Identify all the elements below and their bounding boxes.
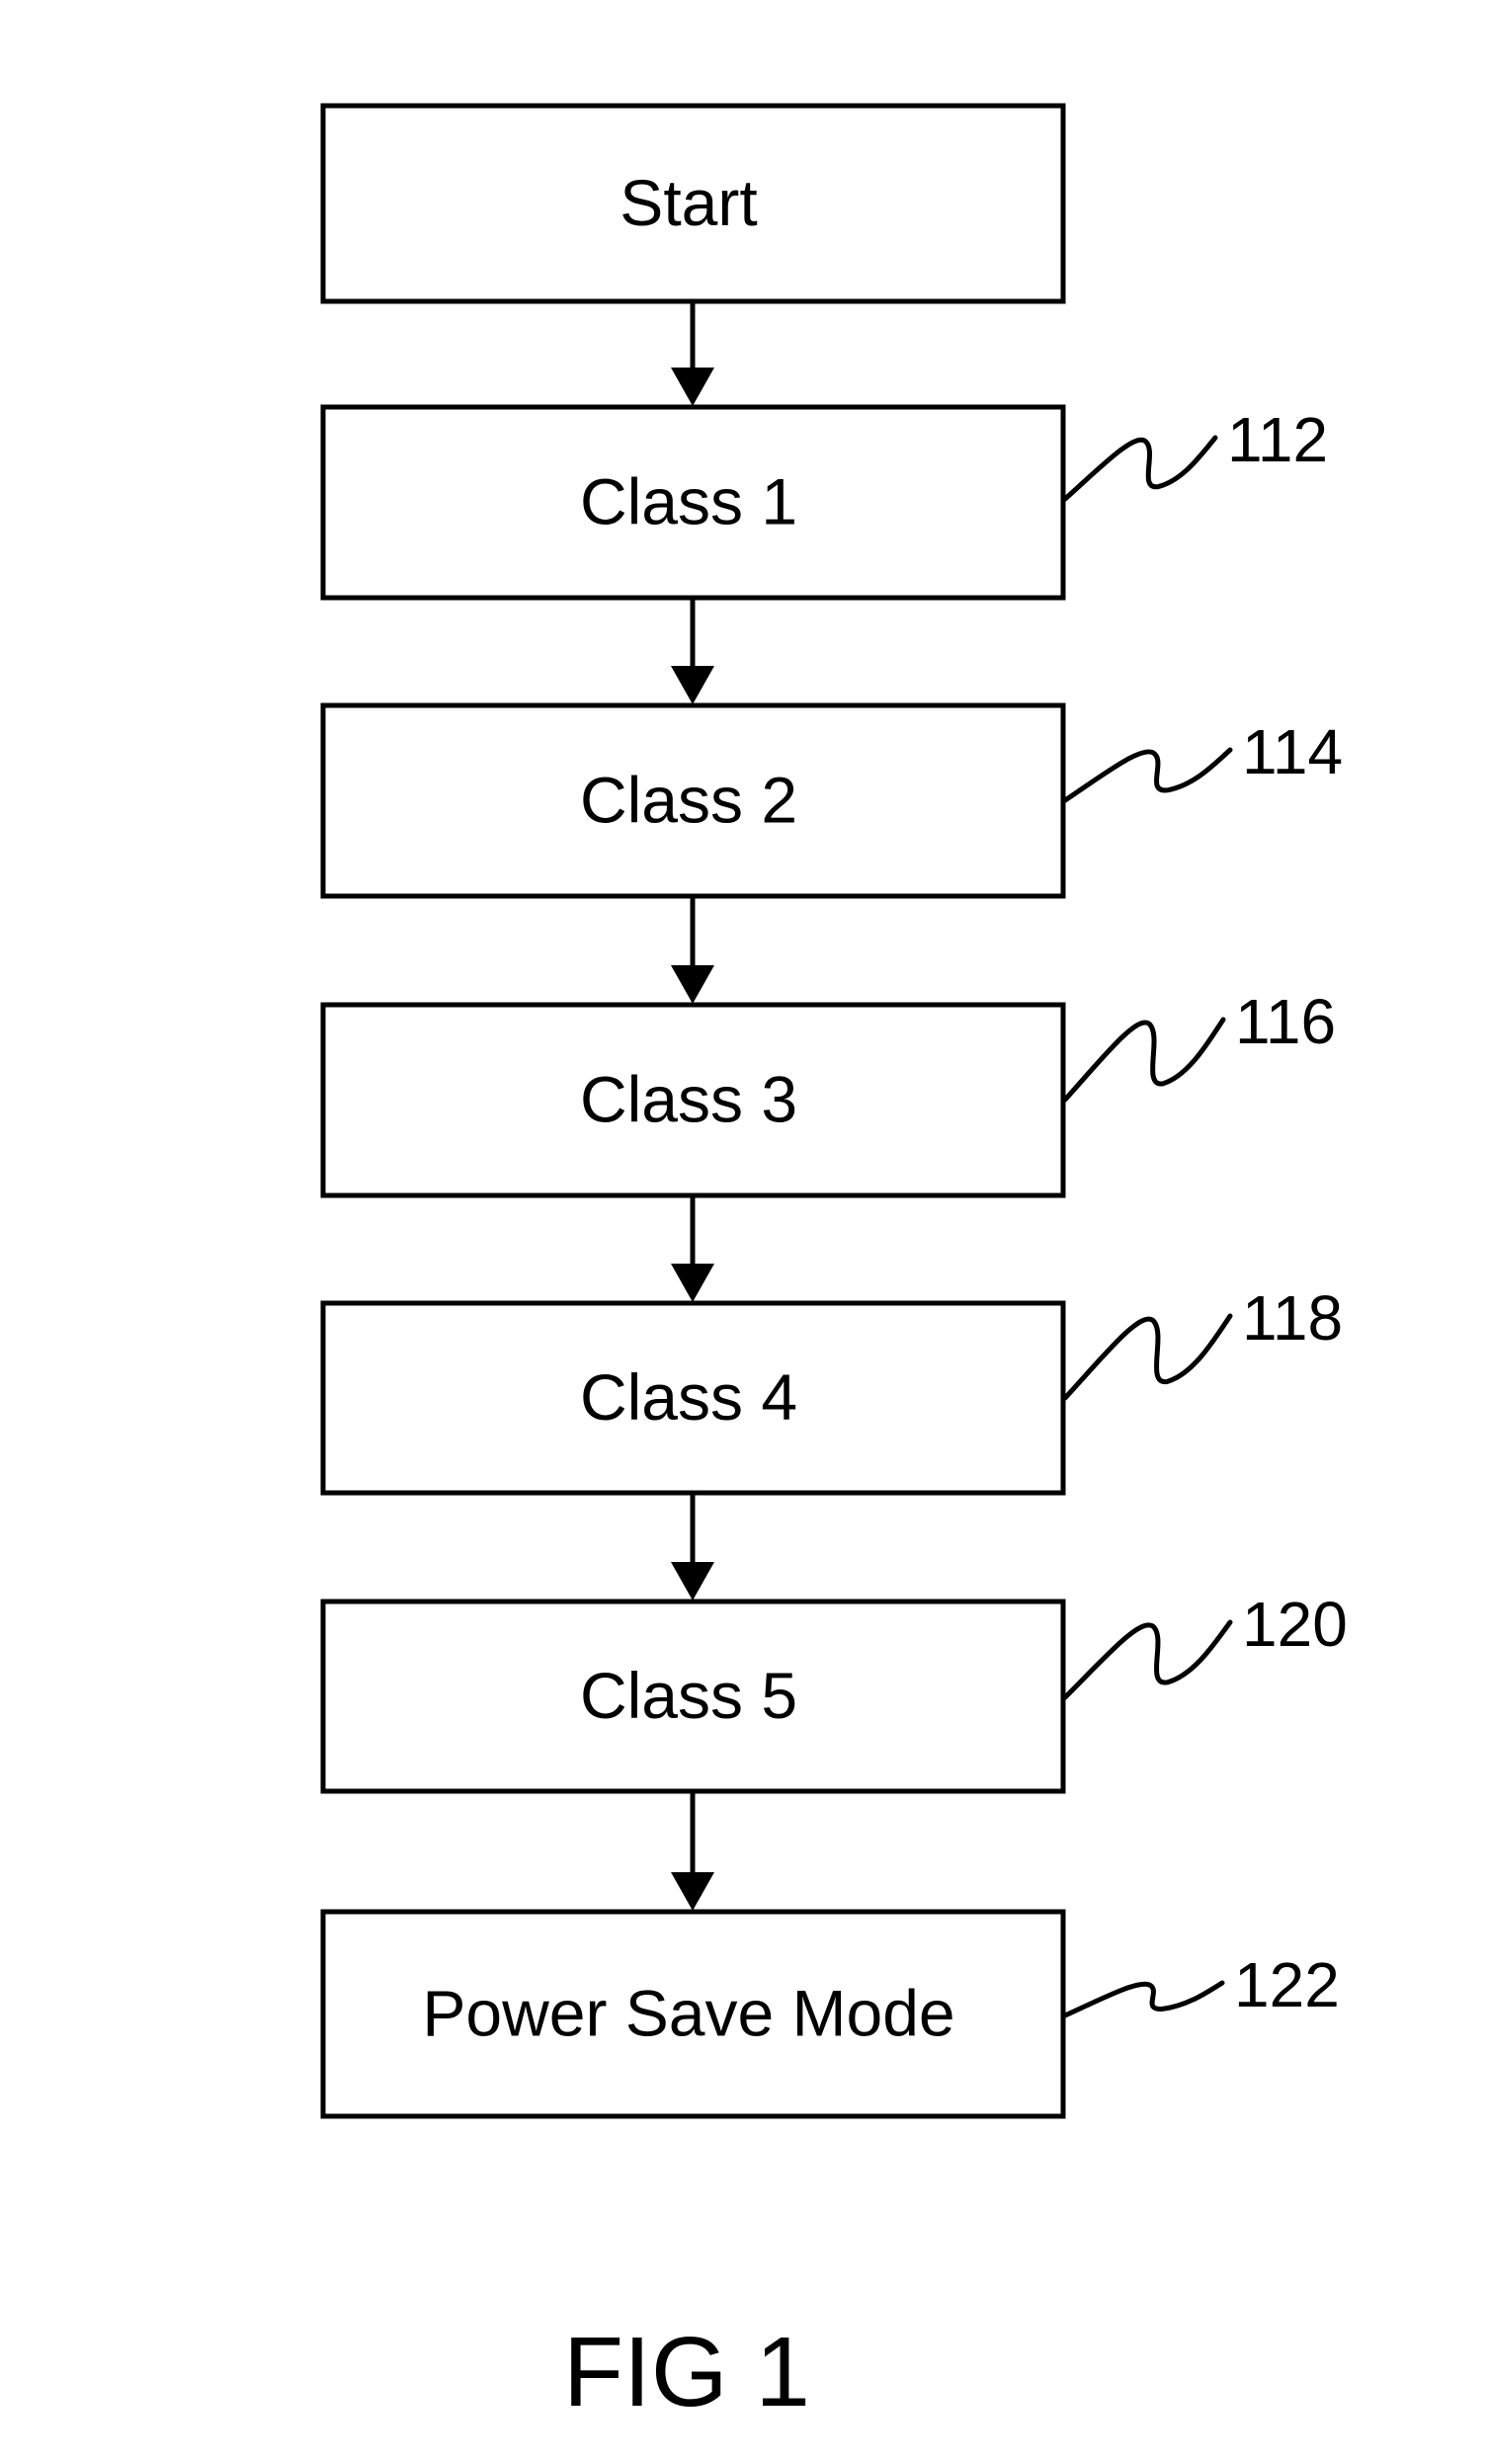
figure-caption: FIG 1 [563, 2317, 810, 2427]
node-label: Class 1 [580, 465, 797, 538]
flow-node-class-4: Class 4 [320, 1300, 1066, 1496]
flow-arrow-class-5-to-power-save-mode [671, 1791, 714, 1911]
leader-line-116 [1062, 1017, 1226, 1103]
node-label: Class 3 [580, 1063, 797, 1136]
flow-arrow-class-2-to-class-3 [671, 896, 714, 1004]
arrow-head-icon [671, 1264, 714, 1302]
reference-numeral: 114 [1242, 716, 1343, 787]
reference-numeral: 118 [1242, 1282, 1343, 1354]
arrow-head-icon [671, 965, 714, 1004]
node-label: Class 2 [580, 764, 797, 837]
node-label: Class 4 [580, 1360, 797, 1434]
flow-arrow-class-3-to-class-4 [671, 1195, 714, 1302]
node-label: Power Save Mode [422, 1977, 954, 2050]
reference-numerals-layer: 112 114 116 118 120 122 [1062, 404, 1348, 2020]
flow-arrow-start-to-class-1 [671, 301, 714, 406]
arrow-head-icon [671, 666, 714, 704]
leader-line-122 [1062, 1980, 1225, 2018]
flow-node-class-3: Class 3 [320, 1002, 1066, 1198]
flow-arrow-class-1-to-class-2 [671, 598, 714, 704]
flowchart-diagram: Start Class 1 Class 2 Class 3 Class 4 Class 5… [320, 103, 1348, 2427]
arrow-head-icon [671, 368, 714, 406]
flow-node-class-2: Class 2 [320, 702, 1066, 899]
reference-numeral: 112 [1227, 404, 1328, 475]
node-label: Start [620, 166, 757, 239]
reference-numeral: 120 [1242, 1589, 1348, 1660]
leader-line-118 [1062, 1313, 1233, 1401]
node-label: Class 5 [580, 1659, 797, 1732]
arrow-head-icon [671, 1872, 714, 1911]
leader-line-112 [1062, 435, 1218, 502]
reference-numeral: 122 [1234, 1949, 1340, 2020]
flow-node-power-save-mode: Power Save Mode [320, 1909, 1066, 2119]
flow-node-start: Start [320, 103, 1066, 304]
flow-arrow-class-4-to-class-5 [671, 1493, 714, 1601]
flow-node-class-1: Class 1 [320, 404, 1066, 601]
flow-node-class-5: Class 5 [320, 1599, 1066, 1794]
arrow-head-icon [671, 1562, 714, 1601]
leader-line-114 [1062, 747, 1233, 803]
leader-line-120 [1062, 1619, 1233, 1700]
reference-numeral: 116 [1235, 986, 1336, 1057]
